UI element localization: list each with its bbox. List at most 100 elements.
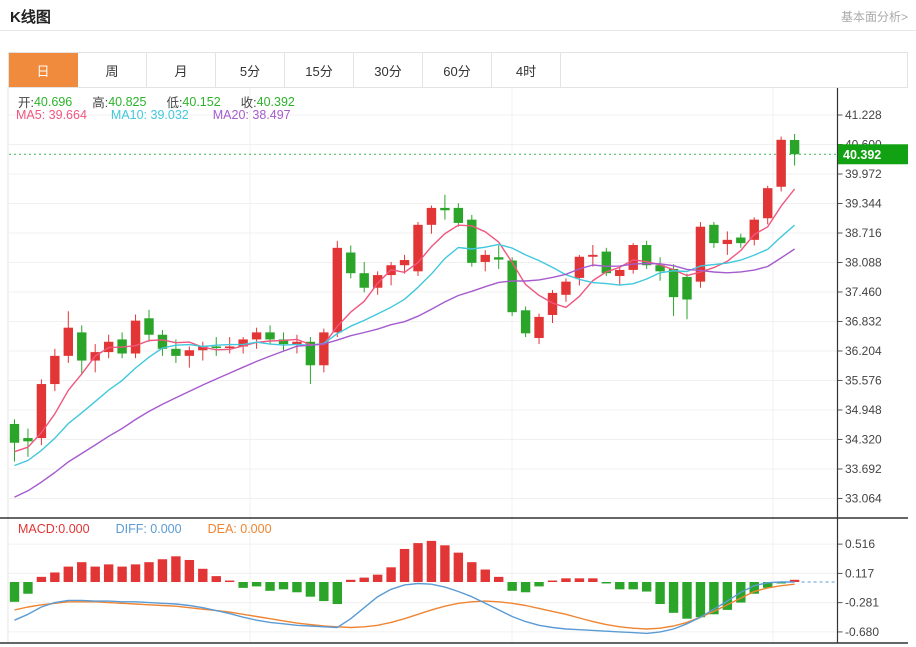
page-title: K线图 bbox=[10, 6, 51, 27]
candle-body bbox=[23, 438, 32, 441]
candle-body bbox=[171, 349, 180, 356]
ma5-legend: MA5: 39.664 bbox=[16, 108, 87, 122]
ma-legend: MA5: 39.664 MA10: 39.032 MA20: 38.497 bbox=[16, 108, 315, 122]
macd-hist-bar bbox=[655, 582, 664, 604]
candle-body bbox=[790, 140, 799, 154]
candle-body bbox=[427, 208, 436, 225]
macd-hist-bar bbox=[360, 578, 369, 582]
macd-hist-bar bbox=[440, 545, 449, 582]
candle-body bbox=[185, 350, 194, 356]
candle-body bbox=[77, 332, 86, 360]
candle-body bbox=[400, 260, 409, 265]
price-tick-label: 38.088 bbox=[845, 255, 882, 269]
macd-hist-bar bbox=[225, 581, 234, 582]
tab-bar-filler bbox=[561, 53, 907, 87]
candle-body bbox=[615, 270, 624, 276]
macd-hist-bar bbox=[64, 567, 73, 582]
macd-hist-bar bbox=[144, 562, 153, 582]
macd-tick-label: -0.680 bbox=[845, 625, 879, 639]
fundamental-analysis-link[interactable]: 基本面分析> bbox=[841, 8, 908, 25]
macd-hist-bar bbox=[427, 541, 436, 582]
macd-hist-bar bbox=[413, 543, 422, 582]
macd-hist-bar bbox=[77, 562, 86, 582]
macd-hist-bar bbox=[198, 569, 207, 582]
candle-body bbox=[723, 240, 732, 244]
price-tick-label: 36.204 bbox=[845, 344, 882, 358]
ma20-legend: MA20: 38.497 bbox=[213, 108, 291, 122]
candle-body bbox=[682, 277, 691, 300]
macd-hist-bar bbox=[279, 582, 288, 589]
macd-hist-bar bbox=[212, 576, 221, 582]
price-tick-label: 38.716 bbox=[845, 226, 882, 240]
candle-body bbox=[333, 248, 342, 333]
ma5-line bbox=[15, 189, 795, 452]
macd-hist-bar bbox=[588, 578, 597, 582]
macd-tick-label: 0.117 bbox=[845, 566, 874, 580]
candle-body bbox=[50, 356, 59, 384]
macd-hist-bar bbox=[682, 582, 691, 619]
macd-hist-bar bbox=[481, 570, 490, 582]
tab-15分[interactable]: 15分 bbox=[285, 53, 354, 87]
candle-body bbox=[64, 328, 73, 356]
candle-body bbox=[360, 273, 369, 288]
ma10-legend: MA10: 39.032 bbox=[111, 108, 189, 122]
macd-hist-bar bbox=[265, 582, 274, 591]
low-value: 40.152 bbox=[182, 95, 220, 109]
tab-4时[interactable]: 4时 bbox=[492, 53, 561, 87]
tab-30分[interactable]: 30分 bbox=[354, 53, 423, 87]
current-price-tag-value: 40.392 bbox=[843, 148, 881, 162]
candle-body bbox=[454, 208, 463, 223]
candle-body bbox=[373, 275, 382, 288]
macd-hist-bar bbox=[252, 582, 261, 586]
candle-body bbox=[265, 332, 274, 339]
price-tick-label: 34.948 bbox=[845, 403, 882, 417]
period-tabs: 日周月5分15分30分60分4时 bbox=[8, 52, 908, 88]
price-tick-label: 39.972 bbox=[845, 167, 882, 181]
macd-value-legend: MACD:0.000 bbox=[18, 522, 90, 536]
candle-body bbox=[776, 140, 785, 187]
macd-hist-bar bbox=[534, 582, 543, 586]
candle-body bbox=[10, 424, 19, 443]
macd-hist-bar bbox=[91, 567, 100, 582]
macd-hist-bar bbox=[561, 578, 570, 582]
candle-body bbox=[131, 321, 140, 354]
kline-page: K线图 基本面分析> 日周月5分15分30分60分4时 开: 40.696 高:… bbox=[0, 0, 916, 647]
macd-hist-bar bbox=[158, 559, 167, 582]
macd-hist-bar bbox=[642, 582, 651, 592]
candle-body bbox=[736, 237, 745, 243]
tab-60分[interactable]: 60分 bbox=[423, 53, 492, 87]
kline-chart-canvas[interactable]: 41.22840.60039.97239.34438.71638.08837.4… bbox=[0, 88, 916, 647]
tab-日[interactable]: 日 bbox=[9, 53, 78, 87]
dea-value-legend: DEA: 0.000 bbox=[208, 522, 272, 536]
macd-hist-bar bbox=[521, 582, 530, 592]
macd-hist-bar bbox=[171, 556, 180, 582]
macd-hist-bar bbox=[238, 582, 247, 588]
candle-body bbox=[669, 269, 678, 297]
candle-body bbox=[561, 282, 570, 295]
tab-5分[interactable]: 5分 bbox=[216, 53, 285, 87]
macd-hist-bar bbox=[104, 564, 113, 582]
candle-body bbox=[750, 220, 759, 240]
macd-hist-bar bbox=[615, 582, 624, 589]
macd-hist-bar bbox=[454, 553, 463, 582]
price-tick-label: 34.320 bbox=[845, 432, 882, 446]
macd-hist-bar bbox=[306, 582, 315, 597]
macd-hist-bar bbox=[117, 567, 126, 582]
macd-hist-bar bbox=[669, 582, 678, 613]
tab-周[interactable]: 周 bbox=[78, 53, 147, 87]
candle-body bbox=[440, 208, 449, 210]
open-value: 40.696 bbox=[34, 95, 72, 109]
macd-hist-bar bbox=[467, 562, 476, 582]
header-divider bbox=[0, 30, 916, 31]
macd-tick-label: -0.281 bbox=[845, 596, 879, 610]
diff-value-legend: DIFF: 0.000 bbox=[116, 522, 182, 536]
macd-hist-bar bbox=[319, 582, 328, 601]
candle-body bbox=[588, 255, 597, 257]
candle-body bbox=[252, 332, 261, 339]
candle-body bbox=[346, 253, 355, 274]
candle-body bbox=[521, 310, 530, 333]
macd-hist-bar bbox=[548, 581, 557, 582]
tab-月[interactable]: 月 bbox=[147, 53, 216, 87]
candle-body bbox=[763, 188, 772, 218]
macd-hist-bar bbox=[131, 564, 140, 582]
